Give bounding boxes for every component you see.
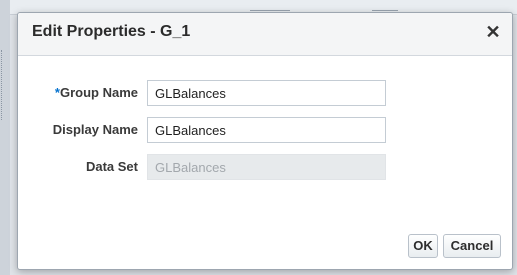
background-app-marker <box>372 2 398 11</box>
group-name-label-text: Group Name <box>59 85 138 100</box>
background-app-marker <box>1 50 7 120</box>
close-icon[interactable]: ✕ <box>484 22 502 42</box>
dialog-title: Edit Properties - G_1 <box>32 23 191 40</box>
dialog-header: Edit Properties - G_1 ✕ <box>18 13 512 56</box>
ok-button[interactable]: OK <box>408 234 438 258</box>
edit-properties-dialog: Edit Properties - G_1 ✕ *Group Name Disp… <box>17 12 513 270</box>
background-app-sidebar <box>0 0 10 275</box>
display-name-input[interactable] <box>147 117 386 143</box>
display-name-row: Display Name <box>18 117 512 143</box>
group-name-row: *Group Name <box>18 80 512 106</box>
data-set-row: Data Set <box>18 154 512 180</box>
cancel-button[interactable]: Cancel <box>443 234 501 258</box>
background-app-marker <box>250 2 290 11</box>
data-set-input <box>147 154 386 180</box>
group-name-input[interactable] <box>147 80 386 106</box>
display-name-label: Display Name <box>52 122 138 137</box>
group-name-label: *Group Name <box>55 85 138 100</box>
data-set-label: Data Set <box>85 159 138 174</box>
